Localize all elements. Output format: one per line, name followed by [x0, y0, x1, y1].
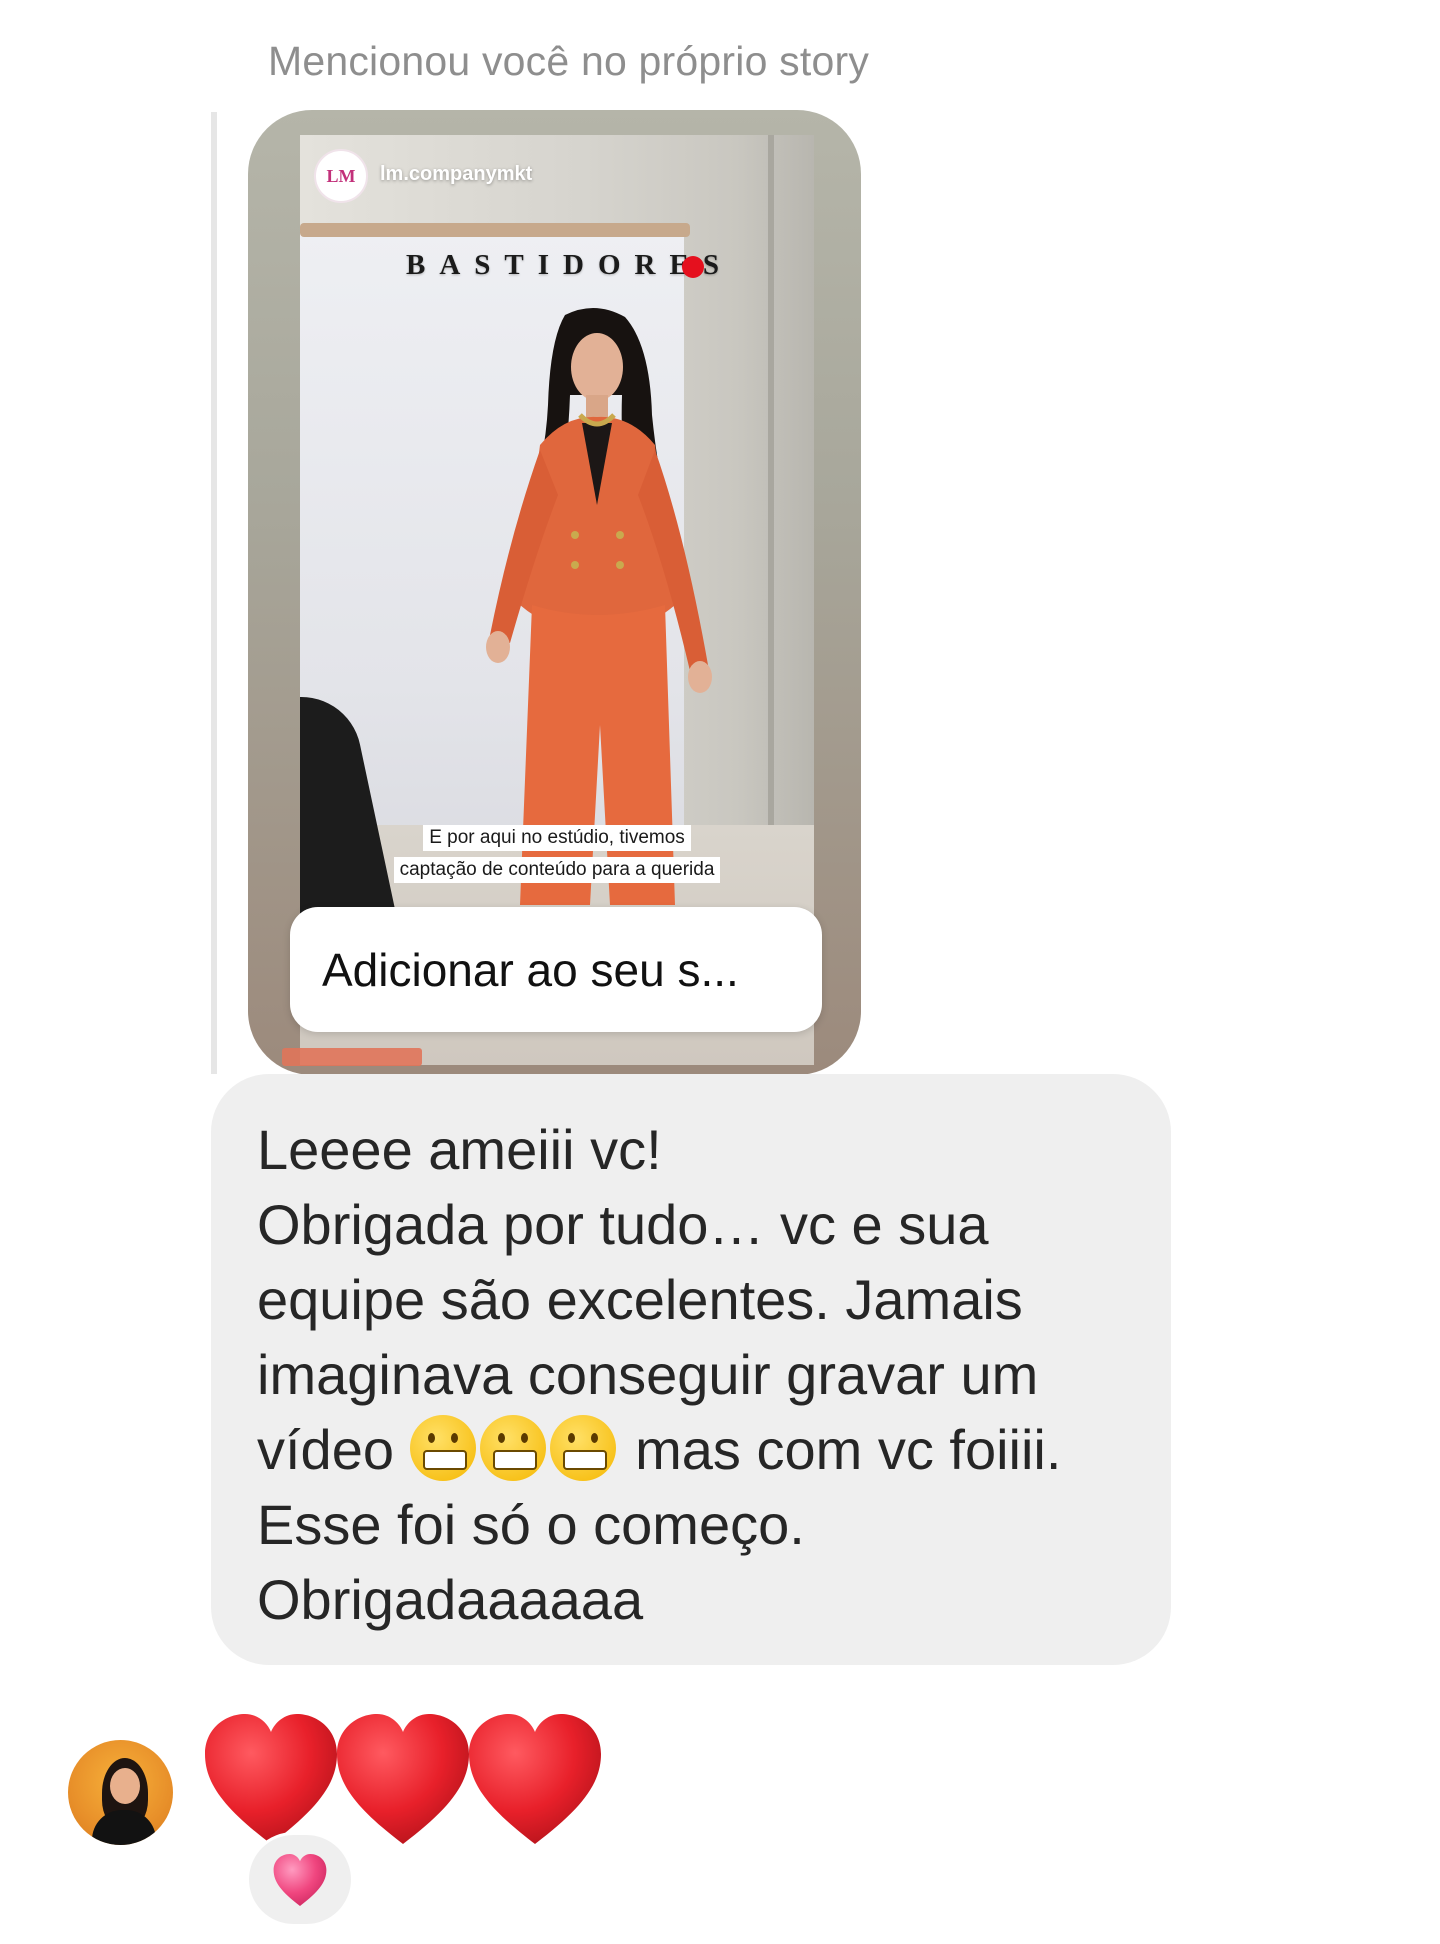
grimace-emoji-icon — [409, 1415, 476, 1481]
message-word: mas com vc foiiii. — [635, 1418, 1062, 1481]
mention-label: Mencionou você no próprio story — [268, 38, 870, 84]
avatar-body — [92, 1810, 156, 1845]
story-username[interactable]: lm.companymkt — [380, 163, 532, 186]
story-avatar-logo: LM — [326, 165, 356, 186]
message-line: imaginava conseguir gravar um — [257, 1343, 1039, 1406]
backdrop-roller — [300, 223, 690, 237]
message-line-with-emoji: vídeo mas com vc foiiii. — [257, 1412, 1131, 1487]
caption-text-2: captação de conteúdo para a querida — [393, 857, 721, 883]
grimace-emoji-icon — [479, 1415, 546, 1481]
message-line: Leeee ameiii vc! — [257, 1118, 662, 1181]
recording-dot — [682, 256, 704, 278]
message-line: Obrigada por tudo… vc e sua — [257, 1193, 989, 1256]
message-bubble[interactable]: Leeee ameiii vc! Obrigada por tudo… vc e… — [211, 1074, 1171, 1665]
reaction-pill[interactable] — [246, 1832, 354, 1927]
message-line: Obrigadaaaaaa — [257, 1568, 644, 1631]
red-heart-icon — [469, 1714, 601, 1844]
message-line: Esse foi só o começo. — [257, 1493, 805, 1556]
grimace-emoji-icon — [549, 1415, 616, 1481]
red-heart-icon — [205, 1714, 337, 1844]
quote-bar — [211, 112, 217, 1074]
add-to-story-button[interactable]: Adicionar ao seu s... — [290, 907, 822, 1032]
red-heart-icon — [337, 1714, 469, 1844]
pink-heart-icon — [273, 1853, 327, 1906]
story-caption-line-1: E por aqui no estúdio, tivemos — [300, 825, 814, 851]
sender-avatar[interactable] — [68, 1740, 173, 1845]
story-avatar: LM — [314, 149, 368, 203]
story-caption-line-2: captação de conteúdo para a querida — [300, 857, 814, 883]
message-line: equipe são excelentes. Jamais — [257, 1268, 1023, 1331]
caption-text-1: E por aqui no estúdio, tivemos — [423, 825, 691, 851]
message-word: vídeo — [257, 1418, 394, 1481]
person-illustration — [486, 307, 712, 905]
door-frame — [768, 135, 774, 835]
story-bottom-caption — [282, 1048, 422, 1066]
avatar-face — [110, 1768, 140, 1804]
hearts-message[interactable] — [205, 1714, 625, 1849]
